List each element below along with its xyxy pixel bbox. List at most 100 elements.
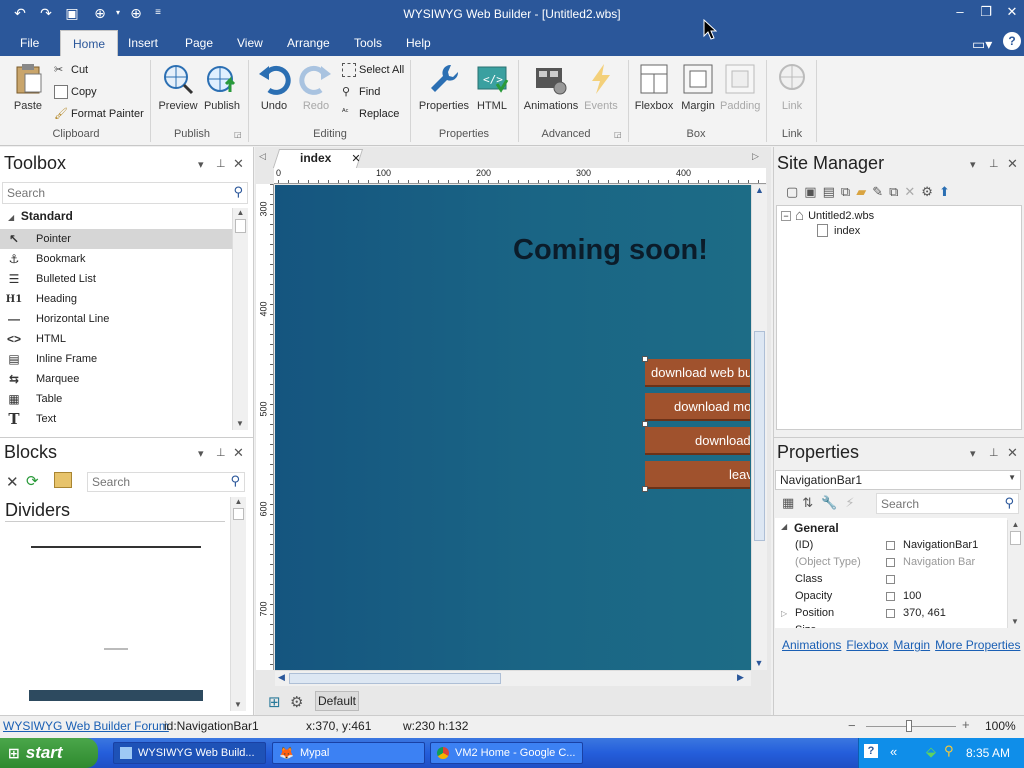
flexbox-button[interactable]: Flexbox [634, 62, 674, 112]
toolbox-search[interactable]: ⚲ [2, 182, 248, 204]
tab-file[interactable]: File [20, 36, 39, 50]
refresh-icon[interactable]: ⟳ [26, 472, 39, 490]
tab-page[interactable]: Page [185, 36, 213, 50]
events-icon[interactable]: ⚡ [845, 495, 854, 511]
close-button[interactable]: ✕ [1000, 4, 1024, 20]
toolbox-item-heading[interactable]: H1 Heading [0, 289, 232, 309]
new-page-icon[interactable]: ▢ [786, 184, 798, 200]
close-icon[interactable]: ✕ [233, 156, 244, 172]
divider-block-1[interactable] [31, 546, 201, 548]
panel-menu-icon[interactable]: ▾ [970, 158, 976, 171]
search-icon[interactable]: ⚲ [230, 473, 240, 489]
format-painter-button[interactable]: 🖌 Format Painter [54, 107, 144, 121]
toolbox-item-bookmark[interactable]: ⚓ Bookmark [0, 249, 232, 269]
delete-page-icon[interactable]: ✕ [904, 184, 915, 200]
property-checkbox[interactable] [886, 558, 895, 567]
blocks-search[interactable]: ⚲ [87, 472, 245, 492]
toolbox-section-standard[interactable]: ◢ Standard [8, 209, 73, 223]
paste-button[interactable]: Paste [8, 62, 48, 112]
animations-button[interactable]: Animations [522, 62, 580, 112]
nav-button-1[interactable]: download web builder [645, 359, 750, 387]
resize-handle[interactable] [642, 486, 648, 492]
move-up-icon[interactable]: ⬆ [939, 184, 950, 200]
padding-button[interactable]: Padding [720, 62, 760, 112]
add-page-icon[interactable]: ⊞ [268, 693, 281, 711]
blocks-search-input[interactable] [88, 473, 218, 491]
default-tab[interactable]: Default [315, 691, 359, 711]
search-icon[interactable]: ⚲ [233, 184, 243, 200]
html-button[interactable]: </> HTML [472, 62, 512, 112]
nav-button-3[interactable]: download [645, 427, 750, 455]
scroll-tabs-left-icon[interactable]: ◁ [259, 151, 266, 162]
property-checkbox[interactable] [886, 609, 895, 618]
editor-tab-index[interactable]: index ✕ [300, 151, 361, 165]
new-child-page-icon[interactable]: ▣ [804, 184, 816, 200]
redo-button[interactable]: Redo [296, 62, 336, 112]
pin-icon[interactable]: ⊥ [216, 157, 226, 170]
search-tray-icon[interactable]: ⚲ [944, 743, 954, 759]
zoom-in-icon[interactable]: + [962, 717, 970, 732]
start-button[interactable]: ⊞ start [0, 738, 98, 768]
chevron-icon[interactable]: « [890, 744, 897, 759]
copy-button[interactable]: Copy [54, 85, 97, 99]
undo-button[interactable]: Undo [254, 62, 294, 112]
site-tree-root[interactable]: − ⌂ Untitled2.wbs [781, 207, 874, 224]
categorized-icon[interactable]: ▦ [782, 495, 794, 511]
properties-search-input[interactable] [877, 494, 995, 513]
property-checkbox[interactable] [886, 541, 895, 550]
copy-page-icon[interactable]: ⧉ [889, 184, 898, 200]
help-icon[interactable]: ? [1003, 32, 1021, 50]
events-button[interactable]: Events [582, 62, 620, 112]
zoom-slider-thumb[interactable] [906, 720, 912, 732]
page-settings-icon[interactable]: ⚙ [290, 693, 303, 711]
toolbox-search-input[interactable] [3, 183, 223, 203]
duplicate-page-icon[interactable]: ⧉ [841, 184, 850, 200]
edit-page-icon[interactable]: ✎ [872, 184, 883, 200]
margin-button[interactable]: Margin [678, 62, 718, 112]
tab-help[interactable]: Help [406, 36, 431, 50]
properties-search[interactable]: ⚲ [876, 493, 1019, 514]
taskbar-item-web-builder[interactable]: WYSIWYG Web Build... [113, 742, 266, 764]
resize-handle[interactable] [642, 356, 648, 362]
property-value[interactable]: NavigationBar1 [903, 539, 978, 551]
pin-icon[interactable]: ⊥ [989, 157, 999, 170]
sort-az-icon[interactable]: ⇅ [802, 495, 813, 511]
panel-menu-icon[interactable]: ▾ [198, 158, 204, 171]
link-button[interactable]: Link [772, 62, 812, 112]
display-options-icon[interactable]: ▭▾ [972, 36, 992, 53]
divider-block-2[interactable] [104, 648, 128, 650]
toolbox-item-marquee[interactable]: ⇆ Marquee [0, 369, 232, 389]
tab-tools[interactable]: Tools [354, 36, 382, 50]
cut-button[interactable]: ✂ Cut [54, 63, 88, 77]
delete-icon[interactable]: ✕ [6, 473, 19, 491]
close-icon[interactable]: ✕ [1007, 445, 1018, 461]
zoom-out-icon[interactable]: − [848, 718, 856, 733]
tab-arrange[interactable]: Arrange [287, 36, 330, 50]
expand-icon[interactable]: ▷ [781, 609, 787, 618]
folder-icon[interactable] [54, 472, 72, 488]
dialog-launcher-icon[interactable]: ◲ [614, 130, 622, 139]
editor-vertical-scrollbar[interactable]: ▲ ▼ [751, 185, 767, 670]
pin-icon[interactable]: ⊥ [989, 446, 999, 459]
property-value[interactable]: 100 [903, 590, 921, 602]
site-tree-page-index[interactable]: index [817, 224, 860, 237]
taskbar-item-mypal[interactable]: 🦊 Mypal [272, 742, 425, 764]
margin-link[interactable]: Margin [893, 638, 930, 652]
find-button[interactable]: ⚲ Find [342, 85, 380, 99]
taskbar-item-chrome[interactable]: VM2 Home - Google C... [430, 742, 583, 764]
wrench-icon[interactable]: 🔧 [821, 495, 837, 511]
pin-icon[interactable]: ⊥ [216, 446, 226, 459]
collapse-icon[interactable]: ◢ [781, 522, 787, 531]
panel-menu-icon[interactable]: ▾ [970, 447, 976, 460]
help-tray-icon[interactable]: ? [864, 744, 878, 758]
tab-insert[interactable]: Insert [128, 36, 158, 50]
toolbox-item-table[interactable]: ▦ Table [0, 389, 232, 409]
nav-button-4[interactable]: leave [645, 461, 750, 489]
restore-button[interactable]: ❐ [974, 4, 998, 20]
close-icon[interactable]: ✕ [1007, 156, 1018, 172]
toolbox-item-horizontal-line[interactable]: — Horizontal Line [0, 309, 232, 329]
search-icon[interactable]: ⚲ [1004, 495, 1014, 511]
preview-button[interactable]: Preview [158, 62, 198, 112]
tab-view[interactable]: View [237, 36, 263, 50]
editor-horizontal-scrollbar[interactable]: ◀ ▶ [275, 670, 751, 686]
